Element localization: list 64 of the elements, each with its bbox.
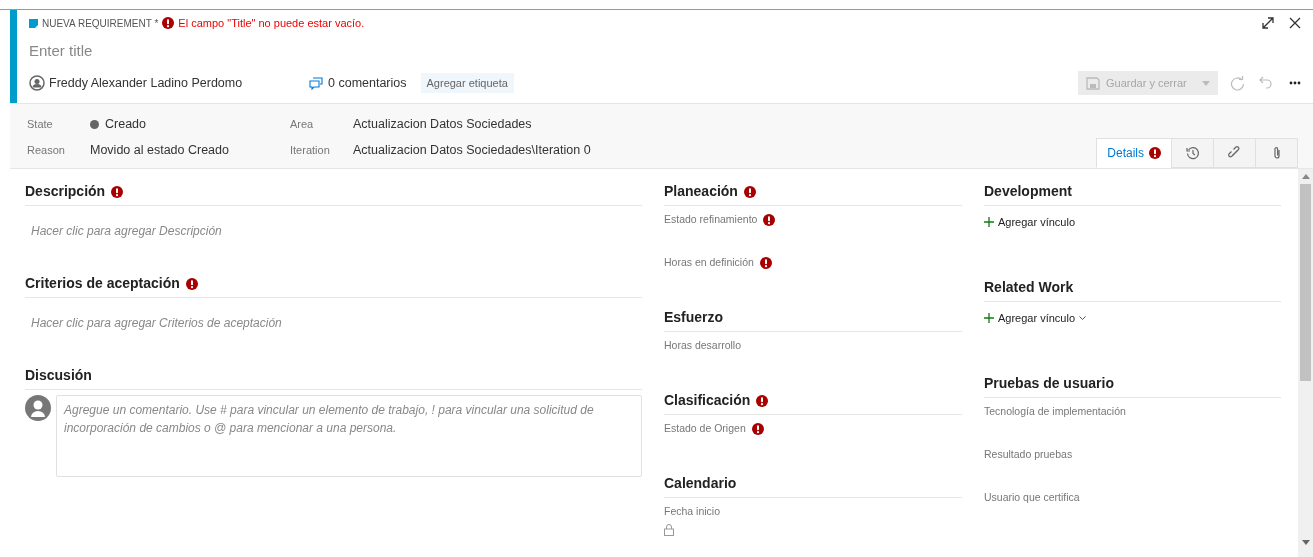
field-label: Reason: [27, 142, 66, 158]
caret-icon: [1079, 316, 1087, 321]
section-heading: Discusión: [25, 366, 92, 385]
scroll-up-icon[interactable]: [1301, 174, 1310, 179]
section-heading: Descripción: [25, 182, 106, 201]
area-value[interactable]: Actualizacion Datos Sociedades: [353, 114, 591, 134]
attachments-tab[interactable]: [1255, 138, 1298, 168]
section-heading: Planeación: [664, 182, 738, 201]
section-heading: Clasificación: [664, 391, 751, 410]
add-link-button[interactable]: Agregar vínculo: [984, 214, 1076, 231]
close-icon[interactable]: [1289, 17, 1301, 29]
section-heading: Pruebas de usuario: [984, 374, 1114, 393]
refresh-icon[interactable]: [1230, 75, 1245, 91]
field-label: Tecnología de implementación: [984, 404, 1126, 419]
expand-icon[interactable]: [1261, 16, 1275, 30]
scrollbar-thumb[interactable]: [1300, 184, 1311, 381]
section-heading: Criterios de aceptación: [25, 274, 180, 293]
avatar-icon: [29, 75, 45, 91]
more-icon[interactable]: [1289, 81, 1301, 85]
section-heading: Esfuerzo: [664, 308, 724, 327]
work-item-icon: [29, 18, 38, 28]
scroll-down-icon[interactable]: [1301, 540, 1310, 545]
editor-placeholder[interactable]: Hacer clic para agregar Descripción: [31, 224, 222, 238]
section-heading: Development: [984, 182, 1072, 201]
comment-field[interactable]: Agregue un comentario. Use # para vincular un elemento de trabajo, ! para vincular una solicitud de incorporación de cambios o @ para mencionar a una persona.: [56, 395, 642, 477]
reason-value[interactable]: Movido al estado Creado: [90, 140, 290, 160]
iteration-value[interactable]: Actualizacion Datos Sociedades\Iteration 0: [353, 140, 591, 160]
plus-icon: [984, 313, 994, 324]
details-tab[interactable]: Details: [1096, 138, 1172, 168]
plus-icon: [984, 217, 994, 228]
author-name: Freddy Alexander Ladino Perdomo: [49, 74, 244, 92]
field-label: Horas desarrollo: [664, 338, 742, 353]
links-tab[interactable]: [1213, 138, 1256, 168]
section-heading: Related Work: [984, 278, 1074, 297]
comments-count[interactable]: 0 comentarios: [328, 73, 407, 93]
title-field[interactable]: Enter title: [29, 36, 629, 64]
state-dot-icon: [90, 119, 99, 129]
comments-icon[interactable]: [309, 76, 323, 90]
scrollbar[interactable]: [1298, 169, 1313, 557]
add-tag-button[interactable]: Agregar etiqueta: [420, 73, 514, 93]
avatar-icon: [25, 395, 51, 421]
field-label: State: [27, 116, 54, 132]
undo-icon[interactable]: [1259, 76, 1273, 90]
error-message: El campo "Title" no puede estar vacío.: [178, 15, 365, 31]
editor-placeholder[interactable]: Hacer clic para agregar Criterios de aceptación: [31, 316, 282, 330]
state-value[interactable]: Creado: [105, 114, 146, 134]
section-heading: Calendario: [664, 474, 737, 493]
field-label: Estado de Origen: [664, 421, 746, 436]
field-label: Horas en definición: [664, 255, 754, 270]
field-label: Area: [290, 116, 315, 132]
history-icon: [1185, 146, 1200, 160]
field-label: Estado refinamiento: [664, 212, 758, 227]
field-label: Usuario que certifica: [984, 490, 1080, 505]
link-icon: [1227, 146, 1242, 160]
error-icon: [162, 17, 175, 29]
error-icon: [1149, 147, 1161, 159]
save-icon: [1086, 76, 1100, 90]
add-link-button[interactable]: Agregar vínculo: [984, 310, 1087, 327]
field-label: Resultado pruebas: [984, 447, 1073, 462]
work-item-type: NUEVA REQUIREMENT *: [42, 16, 159, 31]
field-label: Fecha inicio: [664, 504, 721, 519]
field-label: Iteration: [290, 142, 331, 158]
paperclip-icon: [1271, 146, 1282, 160]
history-tab[interactable]: [1171, 138, 1214, 168]
